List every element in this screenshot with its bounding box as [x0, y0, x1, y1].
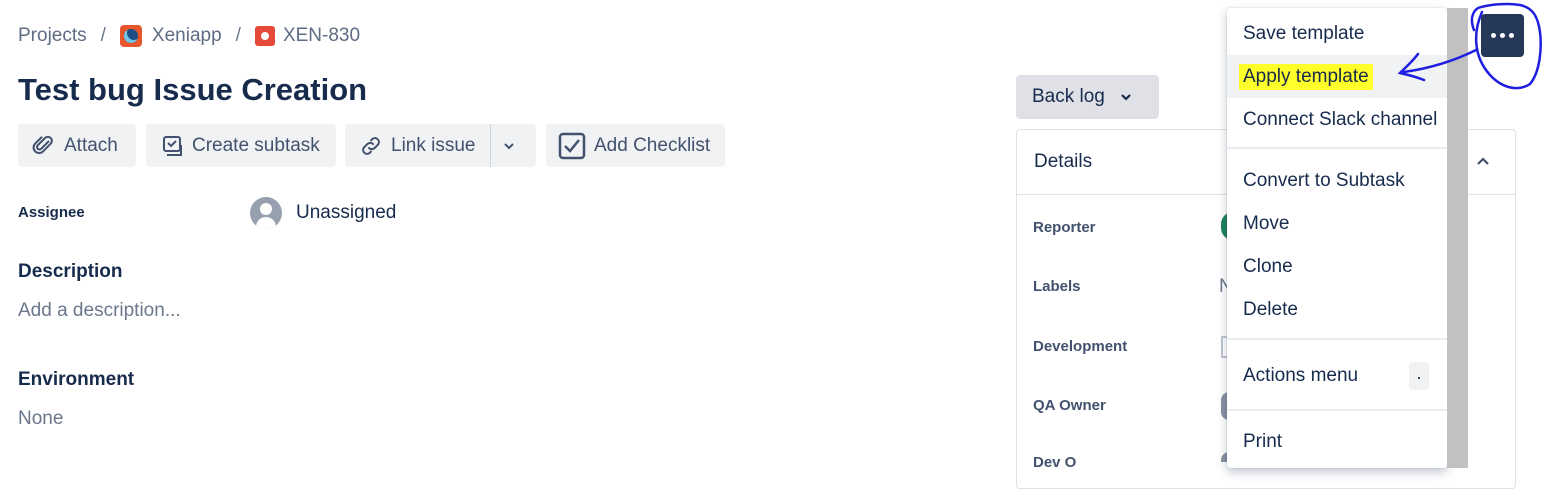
details-title: Details: [1034, 151, 1093, 172]
bug-icon: [254, 26, 275, 46]
add-checklist-button[interactable]: Add Checklist: [546, 124, 725, 167]
breadcrumb-issue-key[interactable]: XEN-830: [283, 25, 360, 47]
link-icon: [362, 136, 380, 155]
menu-item-label: Move: [1243, 212, 1290, 234]
project-avatar-icon: [119, 25, 142, 47]
menu-divider: [1227, 409, 1447, 411]
menu-item-label: Clone: [1243, 255, 1293, 277]
menu-divider: [1227, 338, 1447, 340]
avatar: [250, 197, 282, 229]
assignee-value: Unassigned: [296, 202, 397, 223]
breadcrumb-projects[interactable]: Projects: [18, 25, 87, 47]
keyboard-shortcut: .: [1409, 361, 1429, 390]
environment-field[interactable]: None: [18, 408, 63, 430]
description-heading: Description: [18, 261, 123, 282]
chevron-up-icon[interactable]: [1475, 154, 1491, 168]
checkbox-icon: [558, 132, 586, 159]
issue-title[interactable]: Test bug Issue Creation: [18, 72, 367, 108]
breadcrumb-project[interactable]: Xeniapp: [152, 25, 222, 47]
menu-item-label: Apply template: [1239, 63, 1373, 90]
menu-item-label: Print: [1243, 430, 1283, 452]
labels-label: Labels: [1033, 278, 1081, 295]
paperclip-icon: [32, 135, 53, 154]
menu-item-delete[interactable]: Delete: [1227, 288, 1447, 331]
breadcrumb: Projects / Xeniapp / XEN-830: [18, 24, 360, 48]
reporter-label: Reporter: [1033, 219, 1096, 236]
link-issue-label: Link issue: [391, 134, 476, 156]
chevron-down-icon: [503, 142, 514, 149]
assignee-field[interactable]: Unassigned: [250, 197, 396, 229]
subtask-icon: [163, 135, 182, 156]
menu-item-label: Save template: [1243, 22, 1365, 44]
menu-item-move[interactable]: Move: [1227, 202, 1447, 245]
menu-item-label: Actions menu: [1243, 364, 1359, 386]
environment-heading: Environment: [18, 369, 135, 390]
menu-item-clone[interactable]: Clone: [1227, 245, 1447, 288]
menu-divider: [1227, 147, 1447, 149]
menu-item-convert-to-subtask[interactable]: Convert to Subtask: [1227, 159, 1447, 202]
menu-item-label: Delete: [1243, 298, 1298, 320]
menu-item-print[interactable]: Print: [1227, 420, 1447, 463]
development-label: Development: [1033, 338, 1128, 355]
add-checklist-label: Add Checklist: [594, 134, 711, 156]
link-issue-button[interactable]: Link issue: [345, 124, 536, 167]
attach-button[interactable]: Attach: [18, 124, 136, 167]
create-subtask-label: Create subtask: [192, 134, 320, 156]
menu-item-label: Convert to Subtask: [1243, 169, 1405, 191]
assignee-label: Assignee: [18, 204, 85, 221]
attach-label: Attach: [64, 134, 118, 156]
breadcrumb-separator: /: [100, 25, 106, 46]
status-dropdown[interactable]: Back log: [1016, 75, 1159, 119]
create-subtask-button[interactable]: Create subtask: [146, 124, 336, 167]
chevron-down-icon: [1121, 94, 1131, 101]
annotation-circle-arrow: [1397, 2, 1542, 90]
dev-owner-label: Dev O: [1033, 454, 1077, 471]
breadcrumb-separator: /: [235, 25, 241, 46]
menu-item-actions-menu[interactable]: Actions menu .: [1227, 354, 1447, 397]
link-issue-dropdown[interactable]: [489, 124, 535, 167]
menu-item-connect-slack[interactable]: Connect Slack channel: [1227, 98, 1447, 141]
qa-owner-label: QA Owner: [1033, 397, 1106, 414]
status-label: Back log: [1032, 86, 1105, 107]
menu-item-label: Connect Slack channel: [1243, 108, 1438, 130]
description-field[interactable]: Add a description...: [18, 300, 181, 322]
